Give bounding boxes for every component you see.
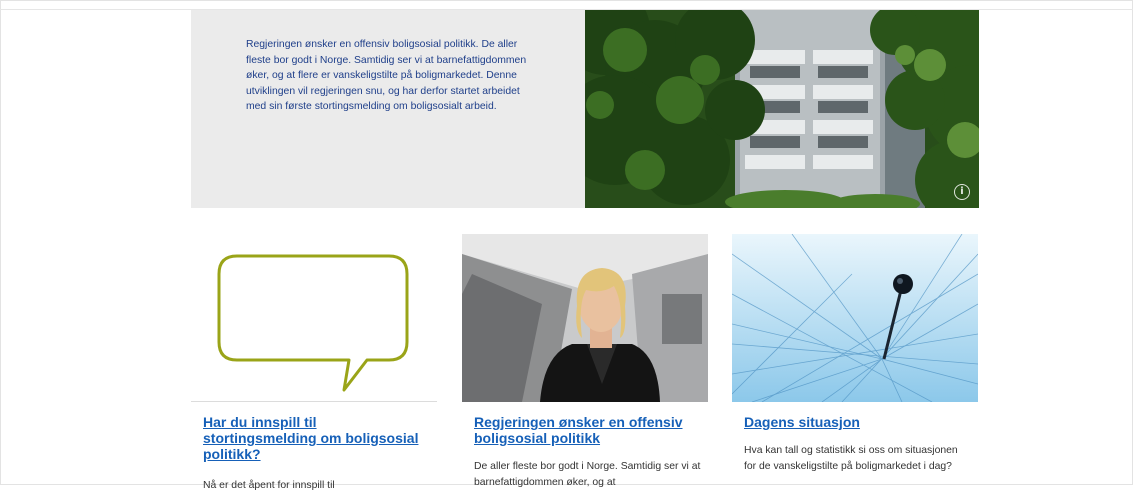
hero-text-panel: Regjeringen ønsker en offensiv boligsosi…	[191, 10, 585, 208]
card-title-link[interactable]: Dagens situasjon	[744, 414, 972, 430]
card-dagens-situasjon: Dagens situasjon Hva kan tall og statist…	[732, 234, 978, 485]
card-title-link[interactable]: Har du innspill til stortingsmelding om …	[203, 414, 431, 462]
card-image	[732, 234, 978, 402]
card-offensiv: Regjeringen ønsker en offensiv boligsosi…	[462, 234, 708, 488]
apartment-building-photo	[585, 10, 979, 208]
card-image	[462, 234, 708, 402]
hero-intro-text: Regjeringen ønsker en offensiv boligsosi…	[246, 39, 527, 112]
card-title-link[interactable]: Regjeringen ønsker en offensiv boligsosi…	[474, 414, 702, 446]
speech-bubble-icon	[217, 254, 409, 392]
info-icon[interactable]: i	[954, 184, 970, 200]
minister-portrait-photo	[462, 234, 708, 402]
pin-network-image	[732, 234, 978, 402]
card-summary: Nå er det åpent for innspill til	[203, 480, 335, 491]
card-innspill: Har du innspill til stortingsmelding om …	[191, 234, 437, 491]
hero-image: i	[585, 10, 979, 208]
card-summary: Hva kan tall og statistikk si oss om sit…	[744, 445, 958, 472]
card-summary: De aller fleste bor godt i Norge. Samtid…	[474, 461, 701, 488]
card-image	[191, 234, 437, 402]
